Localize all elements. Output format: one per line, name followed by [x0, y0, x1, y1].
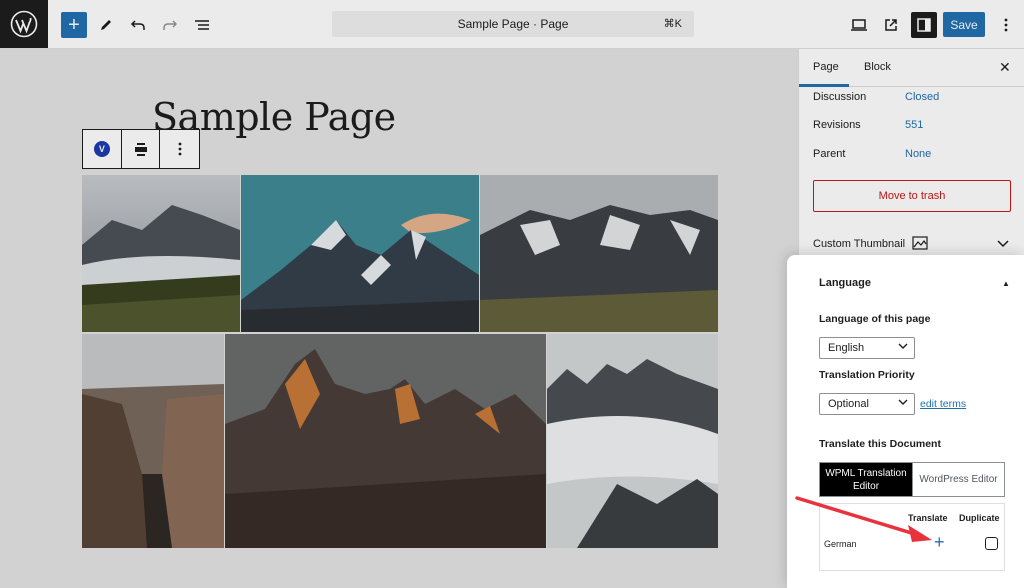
custom-thumbnail-label[interactable]: Custom Thumbnail: [813, 238, 905, 250]
wpml-editor-tab[interactable]: WPML Translation Editor: [820, 463, 912, 496]
tab-page[interactable]: Page: [813, 61, 839, 73]
kebab-icon: [178, 142, 182, 156]
chevron-down-icon: [898, 399, 908, 405]
chevron-down-icon[interactable]: [997, 240, 1009, 248]
plus-icon: +: [68, 14, 80, 36]
block-toolbar: V: [82, 129, 200, 169]
pencil-icon: [101, 20, 111, 30]
desktop-icon: [851, 19, 867, 31]
sidebar-icon: [917, 18, 931, 32]
wordpress-icon[interactable]: [0, 0, 48, 48]
collapse-caret-icon[interactable]: ▲: [1002, 279, 1010, 288]
revisions-label: Revisions: [813, 119, 861, 131]
language-panel-title[interactable]: Language: [819, 277, 871, 289]
tools-button[interactable]: [93, 12, 119, 38]
settings-toggle-button[interactable]: [911, 12, 937, 38]
parent-value[interactable]: None: [905, 148, 931, 160]
block-options-button[interactable]: [160, 130, 199, 168]
translation-editor-tabs: WPML Translation Editor WordPress Editor: [819, 462, 1005, 497]
options-button[interactable]: [993, 12, 1019, 38]
revisions-value[interactable]: 551: [905, 119, 923, 131]
priority-select-value: Optional: [828, 398, 869, 410]
priority-select[interactable]: Optional: [819, 393, 915, 415]
kebab-icon: [1004, 18, 1008, 32]
align-center-icon: [134, 143, 147, 156]
language-select[interactable]: English: [819, 337, 915, 359]
translate-column-header: Translate: [908, 513, 948, 523]
list-view-icon: [195, 20, 209, 30]
language-panel: Language ▲ Language of this page English…: [787, 255, 1024, 588]
chevron-down-icon: [898, 343, 908, 349]
add-block-button[interactable]: +: [61, 12, 87, 38]
align-button[interactable]: [122, 130, 161, 168]
preview-button[interactable]: [846, 12, 872, 38]
external-link-icon: [885, 19, 897, 31]
command-palette-bar[interactable]: Sample Page · Page ⌘K: [332, 11, 694, 37]
translations-table: Translate Duplicate German +: [819, 503, 1005, 571]
language-of-page-label: Language of this page: [819, 313, 931, 325]
vendor-badge-icon: V: [93, 141, 110, 157]
view-page-button[interactable]: [878, 12, 904, 38]
shortcut-hint: ⌘K: [663, 18, 682, 30]
editor-canvas[interactable]: Sample Page V: [0, 49, 798, 588]
gallery-image-4[interactable]: [82, 334, 224, 548]
editor-top-bar: + Sample Page · Page ⌘K Save: [0, 0, 1024, 49]
translation-priority-label: Translation Priority: [819, 369, 915, 381]
language-select-value: English: [828, 342, 865, 354]
redo-button[interactable]: [157, 12, 183, 38]
translate-document-label: Translate this Document: [819, 438, 941, 450]
language-name-german: German: [824, 539, 857, 549]
gallery-image-6[interactable]: [547, 334, 718, 548]
save-button[interactable]: Save: [943, 12, 985, 37]
document-title: Sample Page · Page: [457, 17, 569, 31]
close-icon[interactable]: ✕: [999, 59, 1011, 76]
block-type-button[interactable]: V: [83, 130, 122, 168]
gallery-image-3[interactable]: [480, 175, 718, 332]
gallery-image-1[interactable]: [82, 175, 240, 332]
redo-icon: [163, 20, 178, 30]
sidebar-tabs: Page Block ✕: [799, 49, 1024, 87]
edit-terms-link[interactable]: edit terms: [920, 398, 966, 410]
move-to-trash-button[interactable]: Move to trash: [813, 180, 1011, 212]
gallery-image-5[interactable]: [225, 334, 546, 548]
discussion-label: Discussion: [813, 91, 867, 103]
document-overview-button[interactable]: [189, 12, 215, 38]
add-translation-plus-icon[interactable]: +: [934, 532, 945, 553]
image-icon: [912, 236, 928, 250]
discussion-value[interactable]: Closed: [905, 91, 939, 103]
duplicate-checkbox[interactable]: [985, 537, 998, 550]
duplicate-column-header: Duplicate: [959, 513, 1000, 523]
wordpress-editor-tab[interactable]: WordPress Editor: [912, 463, 1004, 496]
gallery-image-2[interactable]: [241, 175, 479, 332]
undo-button[interactable]: [125, 12, 151, 38]
parent-label: Parent: [813, 148, 846, 160]
tab-block[interactable]: Block: [864, 61, 891, 73]
active-tab-indicator: [799, 84, 849, 87]
undo-icon: [130, 20, 145, 30]
